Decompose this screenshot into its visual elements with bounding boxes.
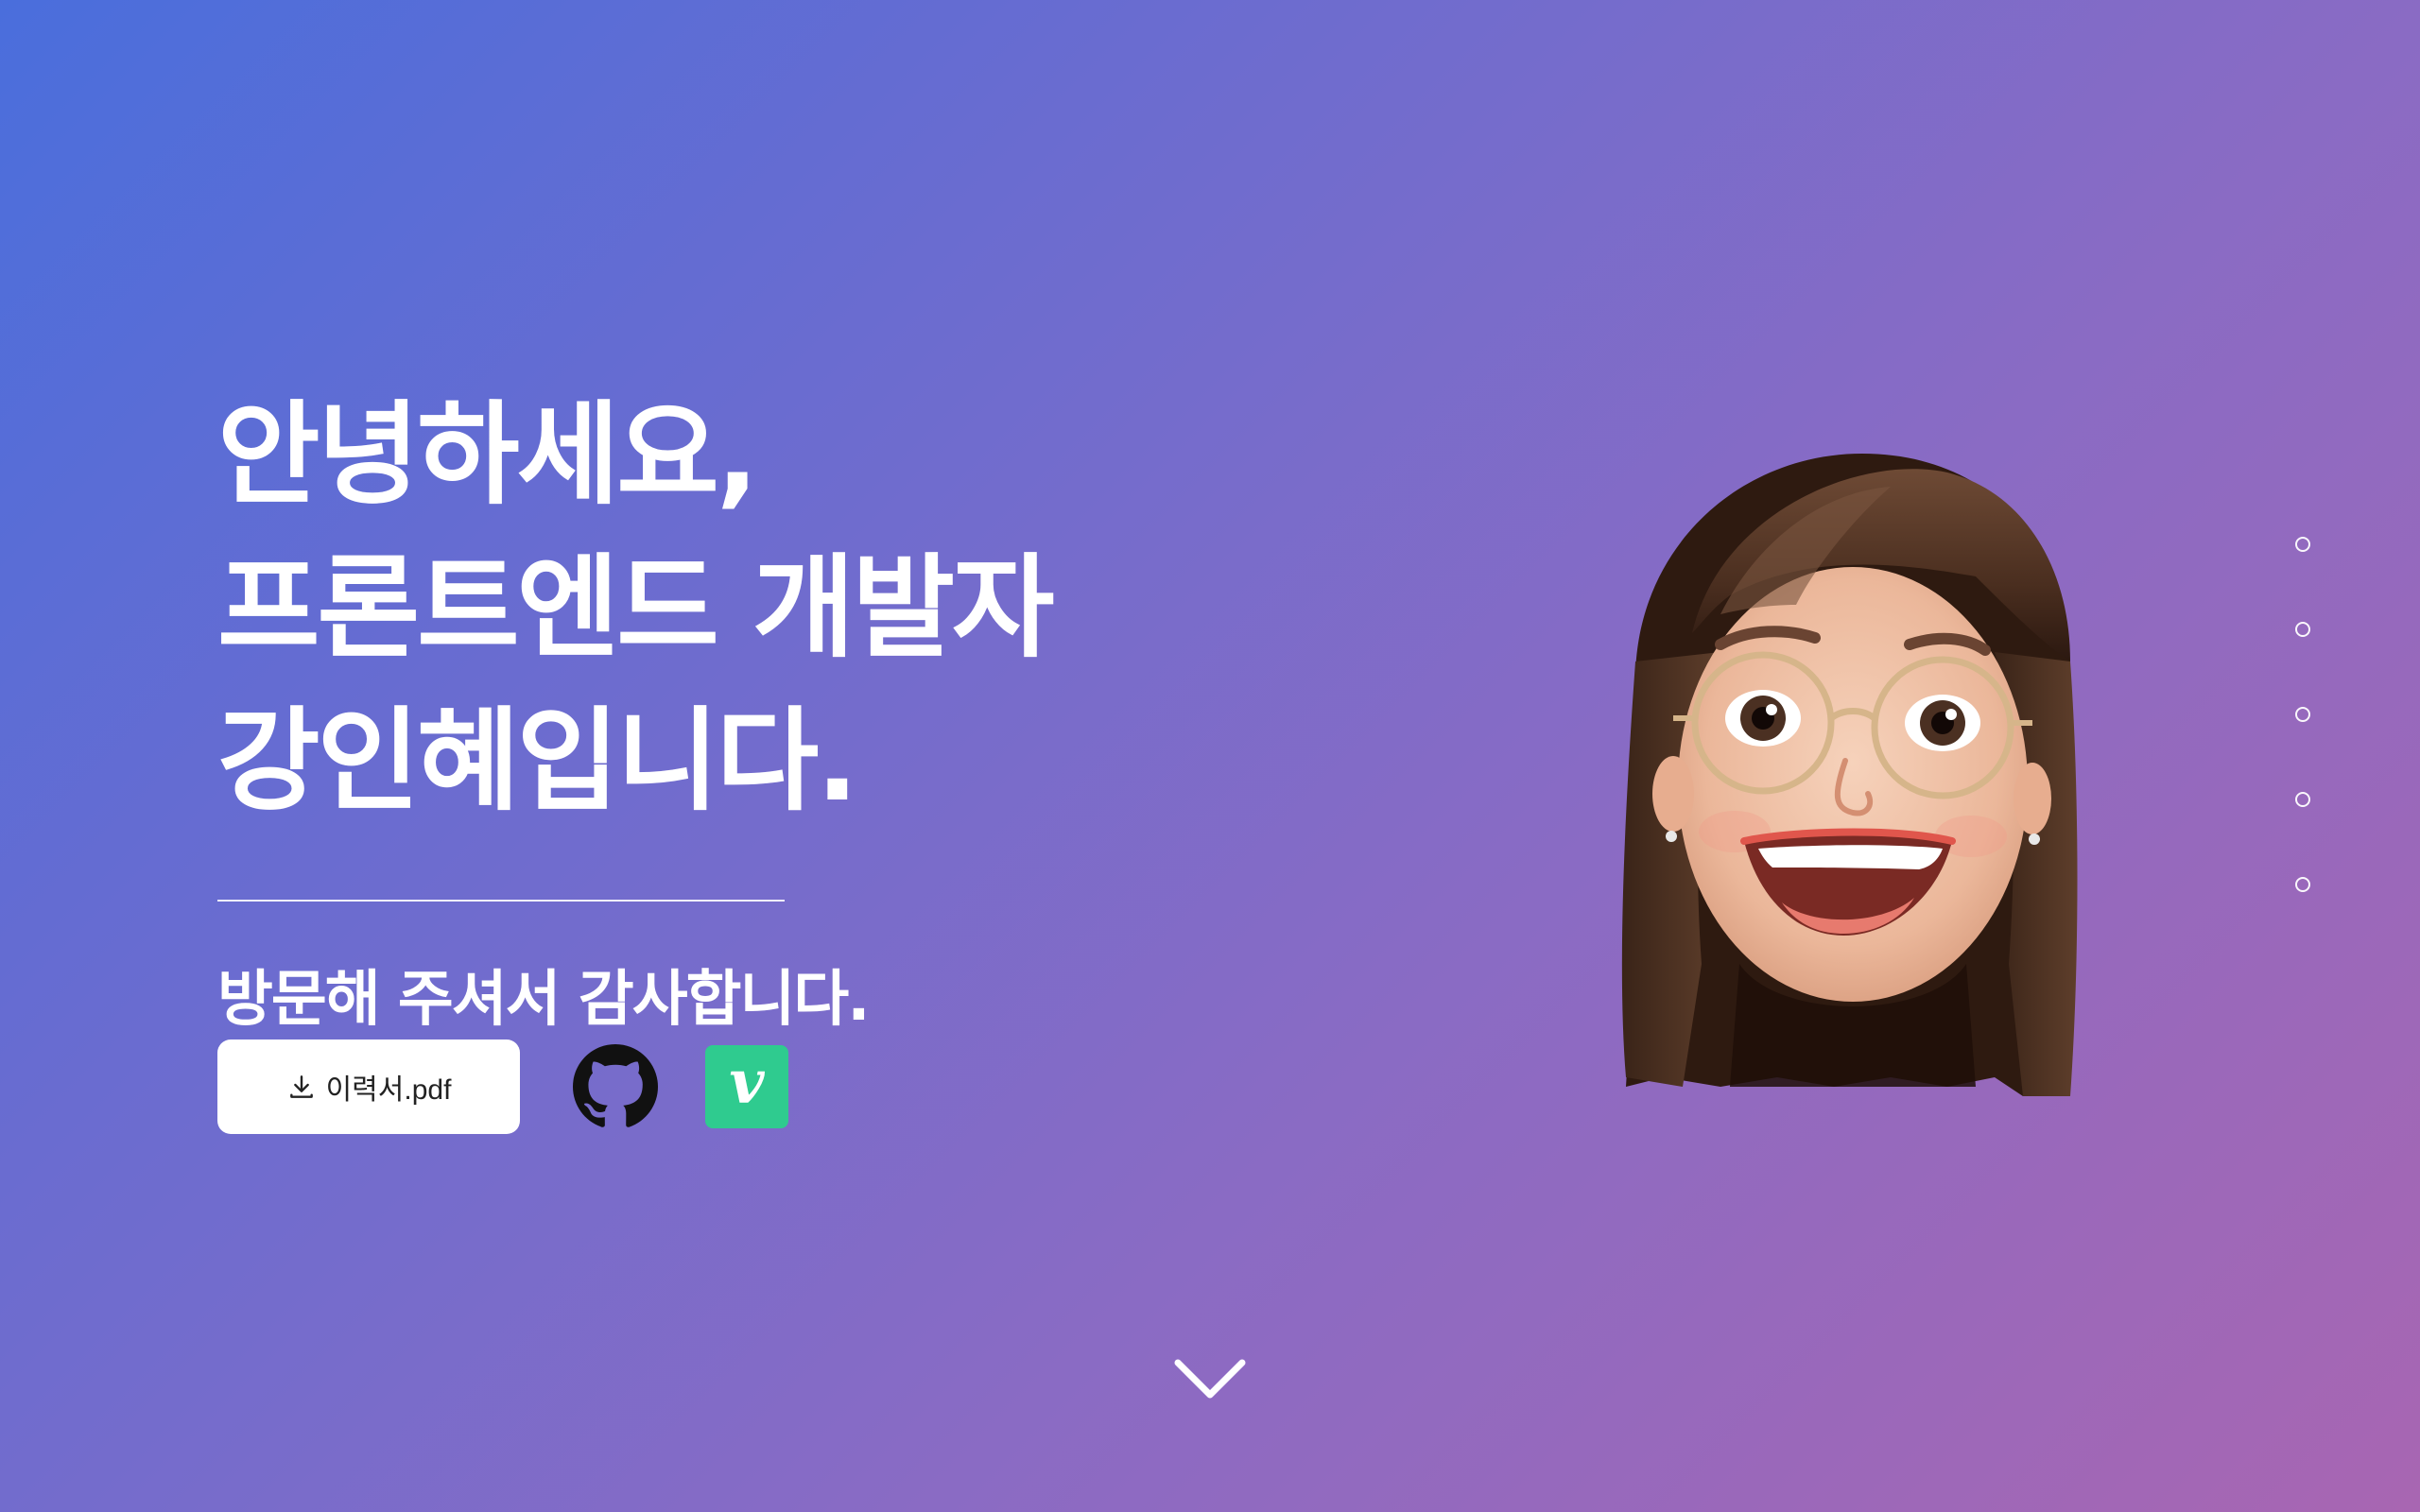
section-dot-1[interactable]: [2295, 537, 2310, 552]
memoji-avatar: [1579, 435, 2108, 1115]
section-dot-nav: [2295, 537, 2310, 962]
download-icon: [286, 1072, 317, 1102]
hero-headline: 안녕하세요, 프론트엔드 개발자 강인혜입니다.: [217, 378, 1163, 837]
action-links: 이력서.pdf v: [217, 1040, 788, 1134]
section-dot-2[interactable]: [2295, 622, 2310, 637]
section-dot-5[interactable]: [2295, 877, 2310, 892]
chevron-down-icon[interactable]: [1172, 1353, 1248, 1406]
hero-content: 안녕하세요, 프론트엔드 개발자 강인혜입니다. 방문해 주셔서 감사합니다.: [217, 378, 1163, 1038]
velog-icon[interactable]: v: [705, 1045, 788, 1128]
section-dot-4[interactable]: [2295, 792, 2310, 807]
resume-download-button[interactable]: 이력서.pdf: [217, 1040, 520, 1134]
velog-letter: v: [729, 1047, 765, 1118]
headline-line-3: 강인혜입니다.: [217, 696, 858, 826]
resume-label: 이력서.pdf: [325, 1074, 452, 1106]
github-icon[interactable]: [573, 1044, 658, 1129]
headline-line-1: 안녕하세요,: [217, 389, 759, 520]
section-dot-3[interactable]: [2295, 707, 2310, 722]
divider: [217, 900, 785, 902]
hero-subtitle: 방문해 주셔서 감사합니다.: [217, 965, 871, 1035]
headline-line-2: 프론트엔드 개발자: [217, 542, 1055, 673]
